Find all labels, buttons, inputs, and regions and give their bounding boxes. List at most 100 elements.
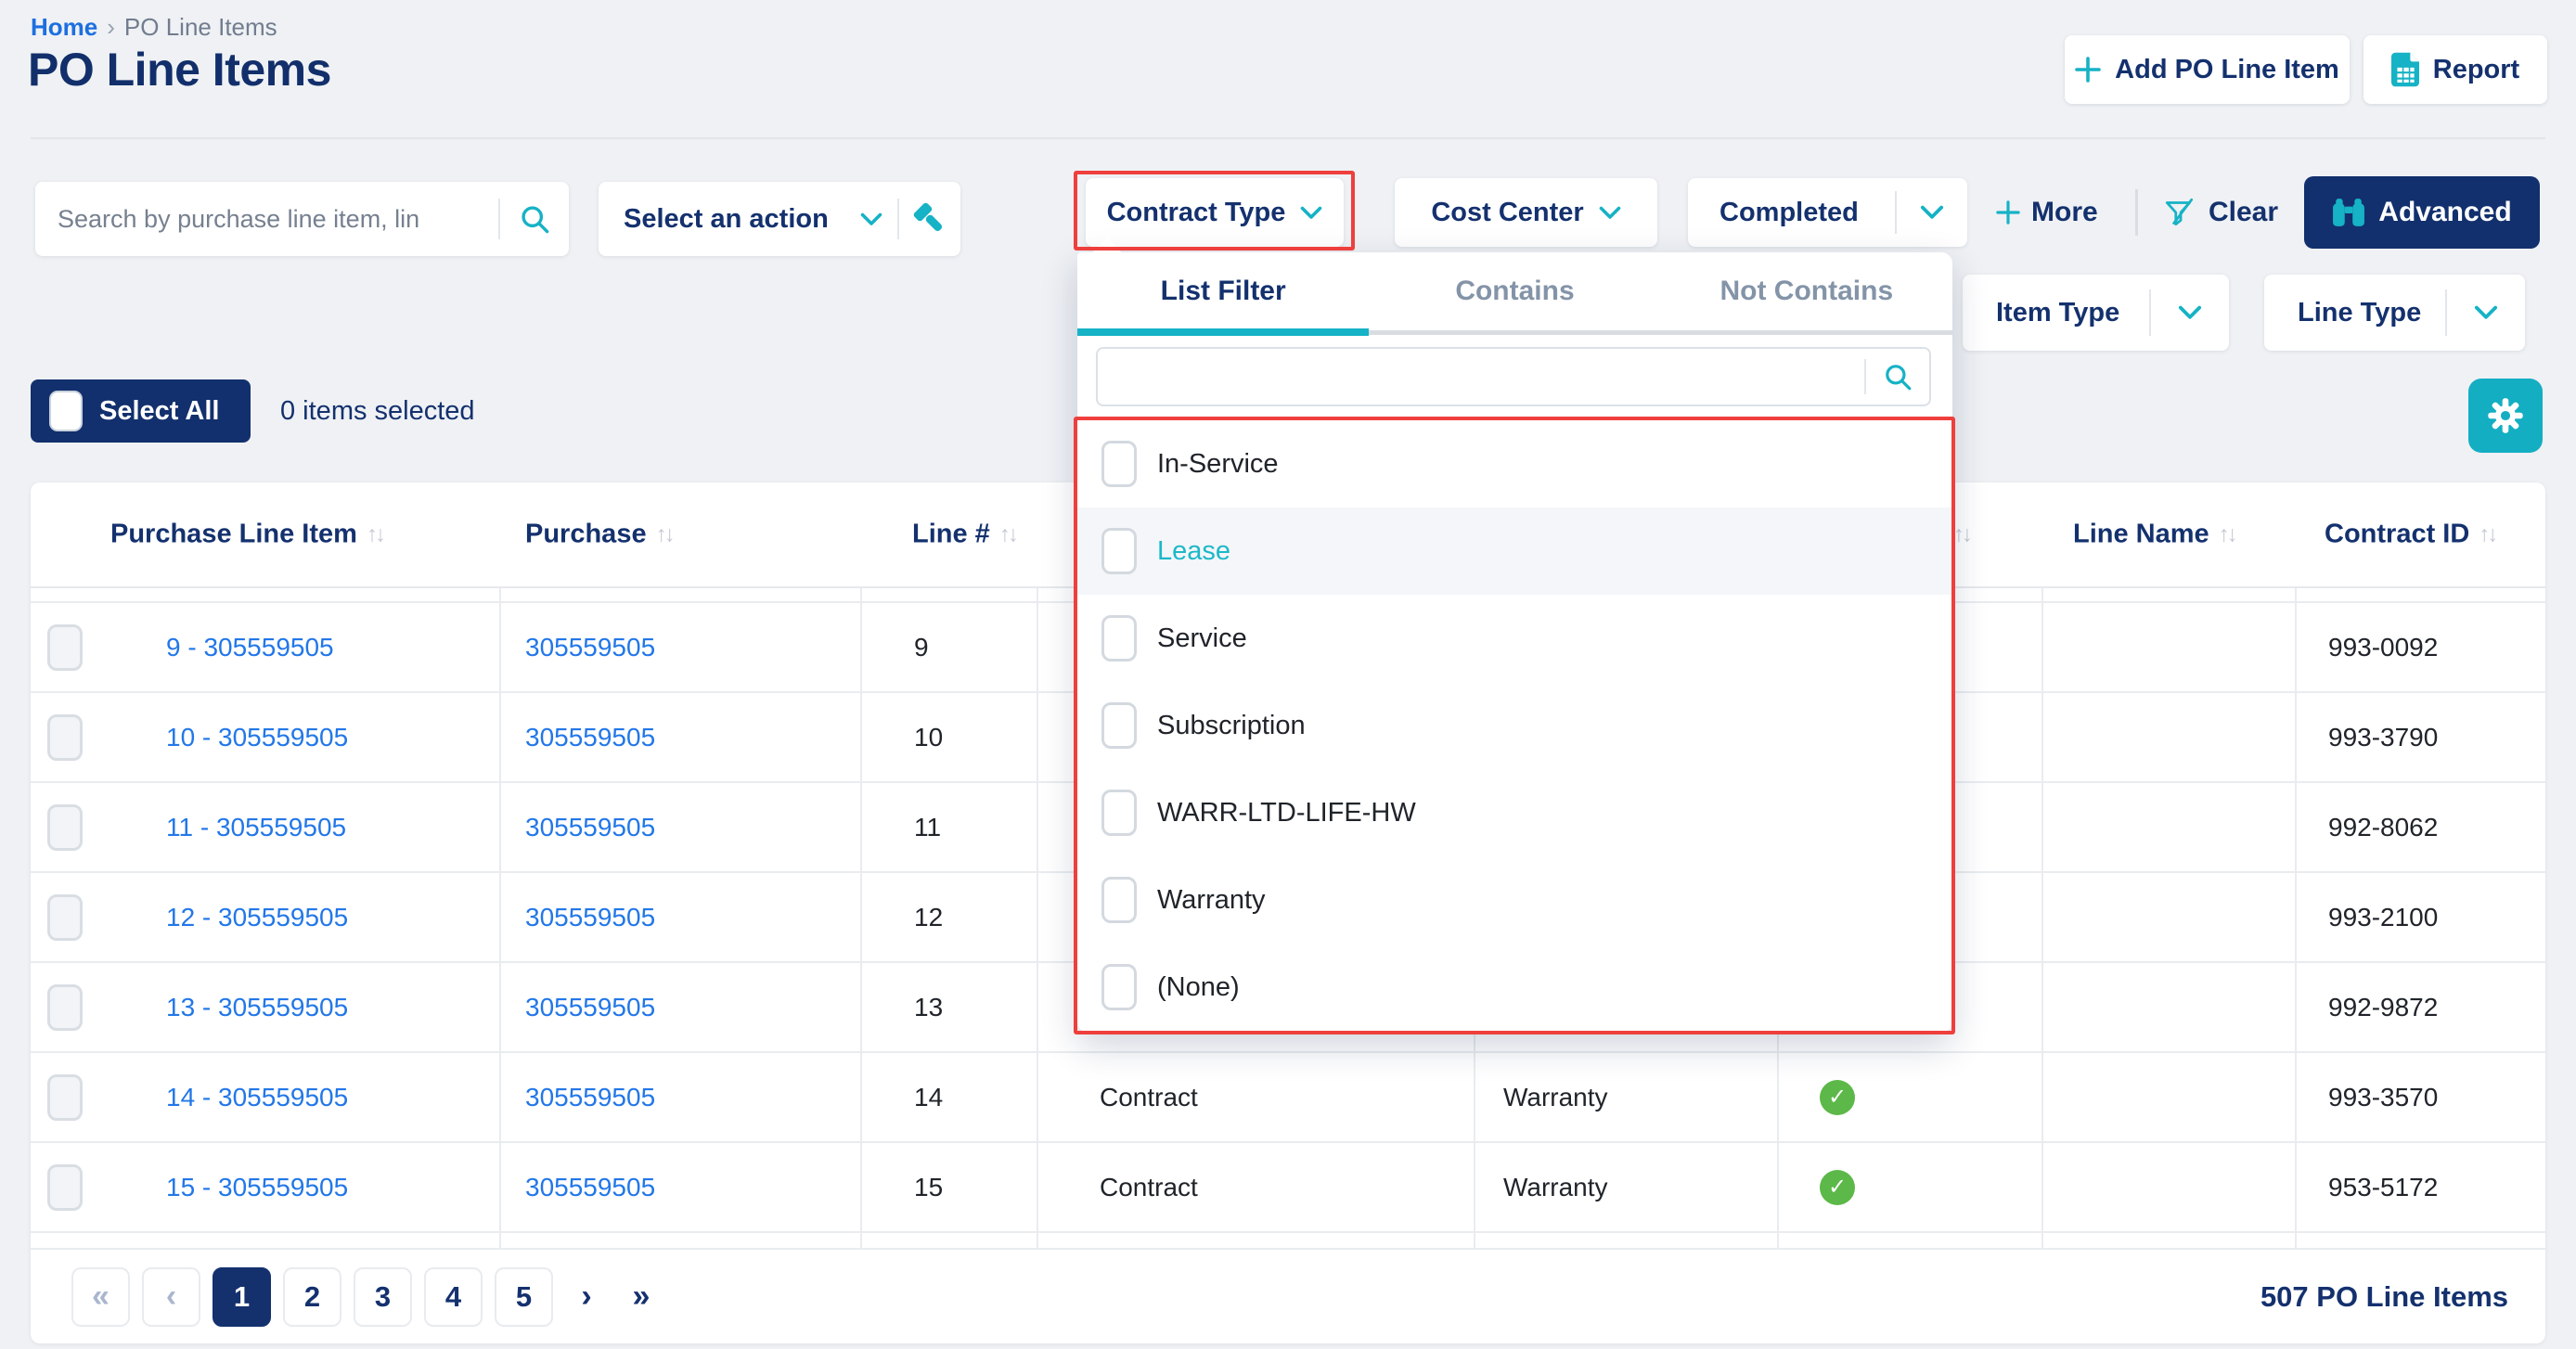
po-line-item-link[interactable]: 11 - 305559505 — [166, 813, 346, 842]
search-icon — [519, 203, 550, 235]
row-checkbox[interactable] — [47, 1074, 83, 1121]
filter-option-warranty[interactable]: Warranty — [1077, 856, 1952, 944]
purchase-link[interactable]: 305559505 — [525, 813, 655, 842]
active-tab-underline — [1077, 328, 1369, 336]
more-filters-button[interactable]: More — [1996, 178, 2098, 247]
sort-icon[interactable]: ↑↓ — [2479, 521, 2495, 547]
column-header-purchase-line-item[interactable]: Purchase Line Item↑↓ — [110, 520, 383, 550]
row-checkbox[interactable] — [47, 804, 83, 851]
selected-count: 0 items selected — [280, 379, 475, 443]
sort-icon[interactable]: ↑↓ — [999, 521, 1016, 547]
breadcrumb-home-link[interactable]: Home — [31, 13, 97, 42]
option-checkbox[interactable] — [1101, 441, 1137, 487]
po-line-item-link[interactable]: 15 - 305559505 — [166, 1173, 348, 1202]
line-cell — [862, 588, 1038, 601]
purchase-link[interactable]: 305559505 — [525, 633, 655, 662]
completed-check-icon: ✓ — [1820, 1170, 1855, 1205]
last-page-button[interactable]: » — [620, 1267, 663, 1327]
pagination: «‹12345›»507 PO Line Items — [31, 1250, 2545, 1343]
prev-page-button[interactable]: ‹ — [142, 1267, 200, 1327]
filter-option-lease[interactable]: Lease — [1077, 507, 1952, 595]
filter-option-subscription[interactable]: Subscription — [1077, 682, 1952, 769]
purchase-link[interactable]: 305559505 — [525, 723, 655, 752]
advanced-search-button[interactable]: Advanced — [2304, 176, 2540, 249]
page-button-3[interactable]: 3 — [354, 1267, 412, 1327]
po-line-item-link[interactable]: 14 - 305559505 — [166, 1083, 348, 1112]
sort-icon[interactable]: ↑↓ — [656, 521, 673, 547]
column-header-line-name[interactable]: Line Name↑↓ — [2073, 520, 2235, 550]
page-button-4[interactable]: 4 — [424, 1267, 483, 1327]
column-header-label: Contract ID — [2325, 520, 2469, 550]
chevron-down-icon — [1920, 205, 1944, 220]
filter-option-none[interactable]: (None) — [1077, 944, 1952, 1031]
page-button-5[interactable]: 5 — [495, 1267, 553, 1327]
filter-option-warr-ltd-life-hw[interactable]: WARR-LTD-LIFE-HW — [1077, 769, 1952, 856]
po-line-item-link[interactable]: 9 - 305559505 — [166, 633, 334, 662]
contract-type-dropdown: List FilterContainsNot Contains In-Servi… — [1077, 252, 1952, 1033]
add-po-line-item-button[interactable]: Add PO Line Item — [2065, 35, 2350, 104]
table-row: 14 - 30555950530555950514ContractWarrant… — [31, 1053, 2545, 1143]
po-line-item-link[interactable]: 12 - 305559505 — [166, 903, 348, 932]
column-header-line[interactable]: Line #↑↓ — [912, 520, 1016, 550]
line-type-cell — [1475, 1233, 1779, 1248]
search-button[interactable] — [500, 203, 569, 235]
purchase-link[interactable]: 305559505 — [525, 993, 655, 1022]
row-checkbox[interactable] — [47, 984, 83, 1031]
dropdown-search-input[interactable] — [1098, 363, 1864, 392]
line-name-cell — [2043, 1053, 2297, 1141]
option-checkbox[interactable] — [1101, 964, 1137, 1010]
filter-chip-completed[interactable]: Completed — [1688, 178, 1967, 247]
first-page-button[interactable]: « — [71, 1267, 130, 1327]
run-action-button[interactable] — [899, 200, 960, 238]
filter-chip-cost-center[interactable]: Cost Center — [1395, 178, 1657, 247]
line-cell: 13 — [862, 963, 1038, 1051]
filter-chip-contract-type[interactable]: Contract Type — [1086, 178, 1344, 247]
row-checkbox[interactable] — [47, 714, 83, 761]
select-all-button[interactable]: Select All — [31, 379, 251, 443]
action-select[interactable]: Select an action — [599, 182, 960, 256]
column-header-contract-id[interactable]: Contract ID ↑↓ — [2325, 520, 2495, 550]
filter-chip-item-type[interactable]: Item Type — [1963, 275, 2229, 351]
next-page-button[interactable]: › — [565, 1267, 608, 1327]
select-all-checkbox[interactable] — [49, 391, 83, 431]
purchase-link[interactable]: 305559505 — [525, 1083, 655, 1112]
dropdown-search-button[interactable] — [1866, 362, 1929, 392]
contract-id-cell: 953-5172 — [2297, 1143, 2545, 1231]
line-cell: 15 — [862, 1143, 1038, 1231]
checkbox-cell — [31, 693, 133, 781]
row-checkbox[interactable] — [47, 1164, 83, 1211]
filter-option-in-service[interactable]: In-Service — [1077, 420, 1952, 507]
column-header-purchase[interactable]: Purchase↑↓ — [525, 520, 673, 550]
purchase-link[interactable]: 305559505 — [525, 1173, 655, 1202]
clear-label: Clear — [2209, 197, 2278, 228]
report-button[interactable]: Report — [2363, 35, 2547, 104]
page-button-2[interactable]: 2 — [283, 1267, 341, 1327]
sort-icon[interactable]: ↑↓ — [2219, 521, 2235, 547]
option-checkbox[interactable] — [1101, 702, 1137, 749]
option-label: In-Service — [1157, 449, 1279, 480]
filter-option-service[interactable]: Service — [1077, 595, 1952, 682]
clear-filters-button[interactable]: Clear — [2162, 178, 2278, 247]
option-checkbox[interactable] — [1101, 528, 1137, 574]
sort-icon[interactable]: ↑↓ — [1953, 521, 1970, 547]
option-checkbox[interactable] — [1101, 615, 1137, 662]
row-checkbox[interactable] — [47, 894, 83, 941]
purchase-link[interactable]: 305559505 — [525, 903, 655, 932]
po-line-item-link[interactable]: 13 - 305559505 — [166, 993, 348, 1022]
option-checkbox[interactable] — [1101, 877, 1137, 923]
option-checkbox[interactable] — [1101, 790, 1137, 836]
checkbox-cell — [31, 588, 133, 601]
tab-list-filter[interactable]: List Filter — [1077, 252, 1369, 329]
page-button-1[interactable]: 1 — [213, 1267, 271, 1327]
sort-icon[interactable]: ↑↓ — [367, 521, 383, 547]
row-checkbox[interactable] — [47, 624, 83, 671]
purchase-cell — [501, 588, 862, 601]
line-name-cell — [2043, 873, 2297, 961]
search-input[interactable] — [35, 205, 498, 234]
table-settings-button[interactable] — [2468, 379, 2543, 453]
po-line-item-link[interactable]: 10 - 305559505 — [166, 723, 348, 752]
tab-not-contains[interactable]: Not Contains — [1661, 252, 1952, 329]
tab-contains[interactable]: Contains — [1369, 252, 1660, 329]
filter-chip-line-type[interactable]: Line Type — [2264, 275, 2525, 351]
line-cell: 10 — [862, 693, 1038, 781]
